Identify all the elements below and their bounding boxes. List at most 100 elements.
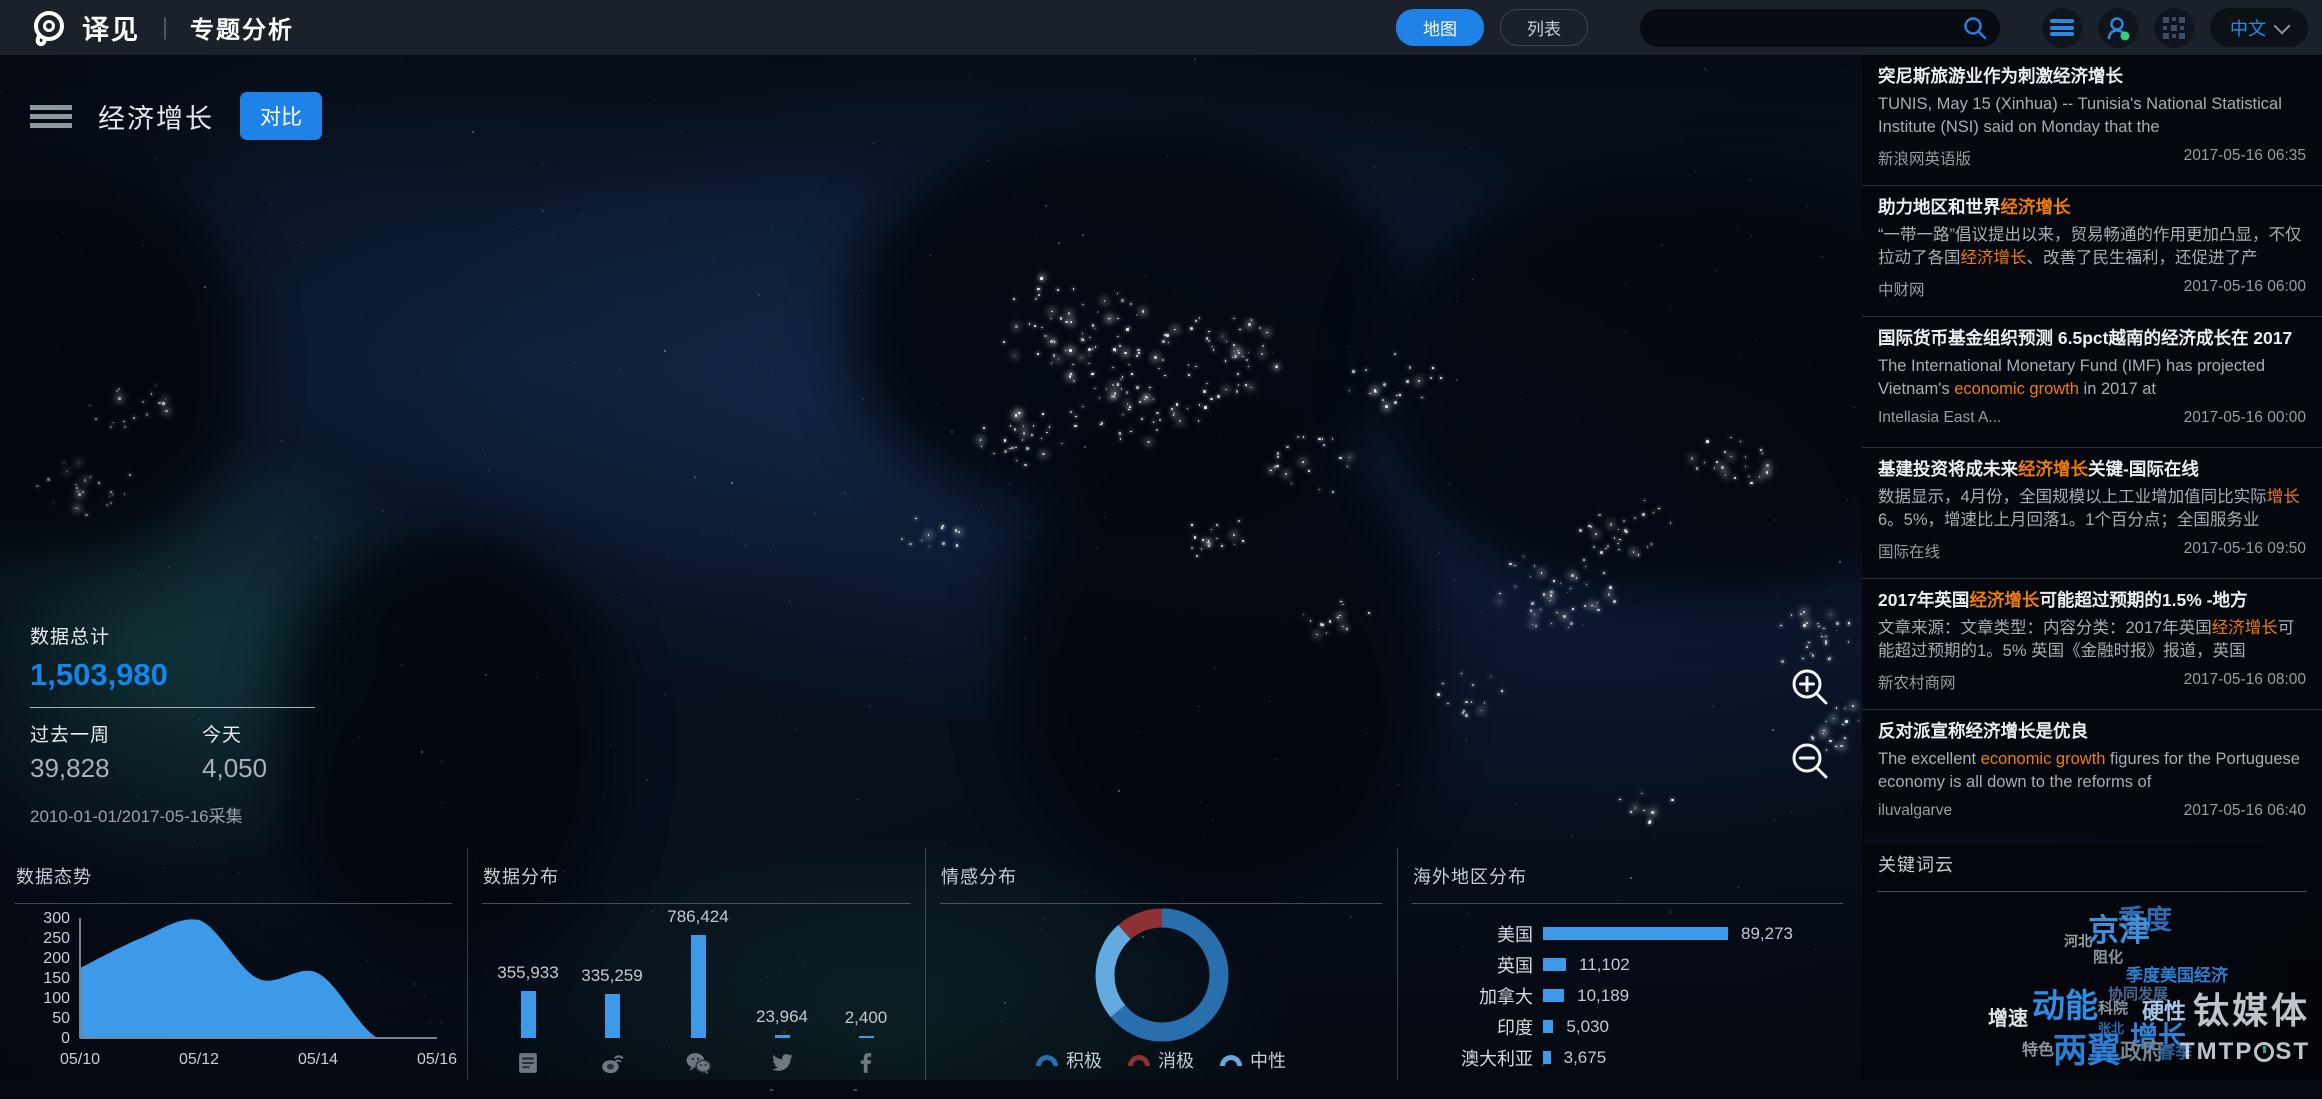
menu-button[interactable] <box>2042 8 2082 48</box>
zoom-in-button[interactable] <box>1786 664 1834 712</box>
legend-item: 消极 <box>1128 1047 1194 1073</box>
panel-divider <box>1397 848 1398 1080</box>
weibo-icon <box>599 1050 625 1076</box>
region-value: 11,102 <box>1579 955 1630 975</box>
search-box[interactable] <box>1640 9 2000 47</box>
news-feed[interactable]: 突尼斯旅游业作为刺激经济增长TUNIS, May 15 (Xinhua) -- … <box>1862 55 2322 839</box>
legend-label: 积极 <box>1066 1047 1102 1073</box>
sentiment-donut-chart <box>925 855 1397 1045</box>
total-label: 数据总计 <box>30 622 315 649</box>
distribution-value: 2,400 <box>806 1008 926 1028</box>
news-item[interactable]: 助力地区和世界经济增长 “一带一路”倡议提出以来，贸易畅通的作用更加凸显，不仅拉动… <box>1862 186 2322 317</box>
news-item[interactable]: 反对派宣称经济增长是优良The excellent economic growt… <box>1862 710 2322 839</box>
panel-divider <box>467 848 468 1080</box>
news-body: 文章来源：文章类型：内容分类：2017年英国经济增长可能超过预期的1。5% 英国… <box>1878 617 2306 663</box>
region-label: 澳大利亚 <box>1411 1045 1533 1071</box>
stats-divider <box>30 707 315 708</box>
keyword-word[interactable]: 增速 <box>1988 1009 2028 1029</box>
distribution-bars: 355,933335,259786,42423,964-2,400- <box>467 855 925 1080</box>
total-value: 1,503,980 <box>30 657 315 693</box>
svg-text:150: 150 <box>43 970 70 987</box>
news-item[interactable]: 国际货币基金组织预测 6.5pct越南的经济成长在 2017The Intern… <box>1862 317 2322 448</box>
news-body: TUNIS, May 15 (Xinhua) -- Tunisia's Nati… <box>1878 93 2306 139</box>
week-label: 过去一周 <box>30 720 110 747</box>
news-time: 2017-05-16 06:40 <box>2184 802 2306 820</box>
region-bar <box>1543 989 1564 1002</box>
section-title: 专题分析 <box>190 10 294 45</box>
list-view-button[interactable]: 列表 <box>1500 9 1588 46</box>
region-value: 10,189 <box>1577 986 1629 1006</box>
region-row: 美国89,273 <box>1411 918 1858 949</box>
search-input[interactable] <box>1640 19 2000 37</box>
news-source: iluvalgarve <box>1878 802 1952 820</box>
distribution-bar <box>691 935 706 1038</box>
panel-sentiment: 情感分布 积极消极中性 <box>925 855 1397 1080</box>
region-value: 89,273 <box>1741 924 1793 944</box>
brand-name: 译见 <box>82 8 140 47</box>
chevron-down-icon <box>2274 17 2291 34</box>
qr-button[interactable] <box>2154 8 2194 48</box>
zoom-out-button[interactable] <box>1786 738 1834 786</box>
region-value: 5,030 <box>1566 1017 1609 1037</box>
news-body: 数据显示，4月份，全国规模以上工业增加值同比实际增长6。5%，增速比上月回落1。… <box>1878 486 2306 532</box>
yijian-logo-icon <box>26 6 70 50</box>
news-body: The excellent economic growth figures fo… <box>1878 748 2306 794</box>
svg-text:250: 250 <box>43 930 70 947</box>
news-item[interactable]: 突尼斯旅游业作为刺激经济增长TUNIS, May 15 (Xinhua) -- … <box>1862 55 2322 186</box>
region-bar <box>1543 1020 1553 1033</box>
svg-text:0: 0 <box>61 1030 70 1047</box>
top-header: 译见 ｜ 专题分析 地图 列表 <box>0 0 2322 55</box>
wechat-icon <box>685 1050 711 1076</box>
legend-arc-swatch <box>1220 1055 1242 1066</box>
region-bar <box>1543 958 1566 971</box>
twitter-icon: - <box>769 1050 795 1076</box>
distribution-bar <box>775 1035 790 1038</box>
news-item[interactable]: 2017年英国经济增长可能超过预期的1.5% -地方文章来源：文章类型：内容分类… <box>1862 579 2322 710</box>
panel-keyword-cloud: 关键词云 河北季度京津阻化季度美国经济协同发展科院动能硬性增速张北增长特色政府春… <box>1862 843 2322 1080</box>
language-selector[interactable]: 中文 <box>2210 8 2308 47</box>
topic-menu-icon[interactable] <box>30 101 72 132</box>
keyword-word[interactable]: 两翼 <box>2053 1034 2121 1068</box>
news-body: “一带一路”倡议提出以来，贸易畅通的作用更加凸显，不仅拉动了各国经济增长、改善了… <box>1878 224 2306 270</box>
news-title: 助力地区和世界经济增长 <box>1878 195 2306 219</box>
region-row: 加拿大10,189 <box>1411 980 1858 1011</box>
zoom-out-icon <box>1786 738 1834 786</box>
tmtpost-watermark: 钛媒体 TMTP ST <box>2180 982 2310 1066</box>
search-icon[interactable] <box>1962 15 1988 41</box>
svg-text:300: 300 <box>43 910 70 927</box>
trend-area-chart: 30025020015010050005/1005/1205/1405/16 <box>0 855 467 1080</box>
keyword-word[interactable]: 特色 <box>2022 1043 2054 1059</box>
topic-title: 经济增长 <box>98 97 214 136</box>
compare-button[interactable]: 对比 <box>240 92 322 140</box>
watermark-en-left: TMTP <box>2180 1038 2253 1066</box>
distribution-bar <box>605 994 620 1038</box>
keyword-word[interactable]: 科院 <box>2098 1001 2128 1016</box>
region-row: 英国11,102 <box>1411 949 1858 980</box>
keyword-word[interactable]: 动能 <box>2032 989 2098 1022</box>
keyword-word[interactable]: 阻化 <box>2093 950 2123 965</box>
region-row: 澳大利亚3,675 <box>1411 1042 1858 1073</box>
distribution-bar <box>521 991 536 1038</box>
legend-item: 中性 <box>1220 1047 1286 1073</box>
svg-text:200: 200 <box>43 950 70 967</box>
collection-range: 2010-01-01/2017-05-16采集 <box>30 802 315 827</box>
panel-data-trend: 数据态势 30025020015010050005/1005/1205/1405… <box>0 855 467 1080</box>
map-view-button[interactable]: 地图 <box>1396 9 1484 46</box>
today-label: 今天 <box>202 720 267 747</box>
keyword-word[interactable]: 京津 <box>2088 915 2150 946</box>
news-item[interactable]: 基建投资将成未来经济增长关键-国际在线数据显示，4月份，全国规模以上工业增加值同… <box>1862 448 2322 579</box>
svg-text:05/14: 05/14 <box>298 1051 338 1068</box>
power-circle-icon <box>2254 1042 2274 1062</box>
distribution-bar <box>859 1036 874 1039</box>
legend-label: 中性 <box>1250 1047 1286 1073</box>
svg-text:05/12: 05/12 <box>179 1051 219 1068</box>
user-button[interactable] <box>2098 8 2138 48</box>
hamburger-icon <box>2050 17 2074 39</box>
user-icon <box>2104 14 2132 42</box>
news-icon <box>515 1050 541 1076</box>
panel-data-distribution: 数据分布 355,933335,259786,42423,964-2,400- <box>467 855 925 1080</box>
news-source: 新浪网英语版 <box>1878 147 1971 169</box>
news-meta: 新农村商网2017-05-16 08:00 <box>1878 671 2306 693</box>
news-title: 2017年英国经济增长可能超过预期的1.5% -地方 <box>1878 588 2306 612</box>
legend-arc-swatch <box>1036 1055 1058 1066</box>
